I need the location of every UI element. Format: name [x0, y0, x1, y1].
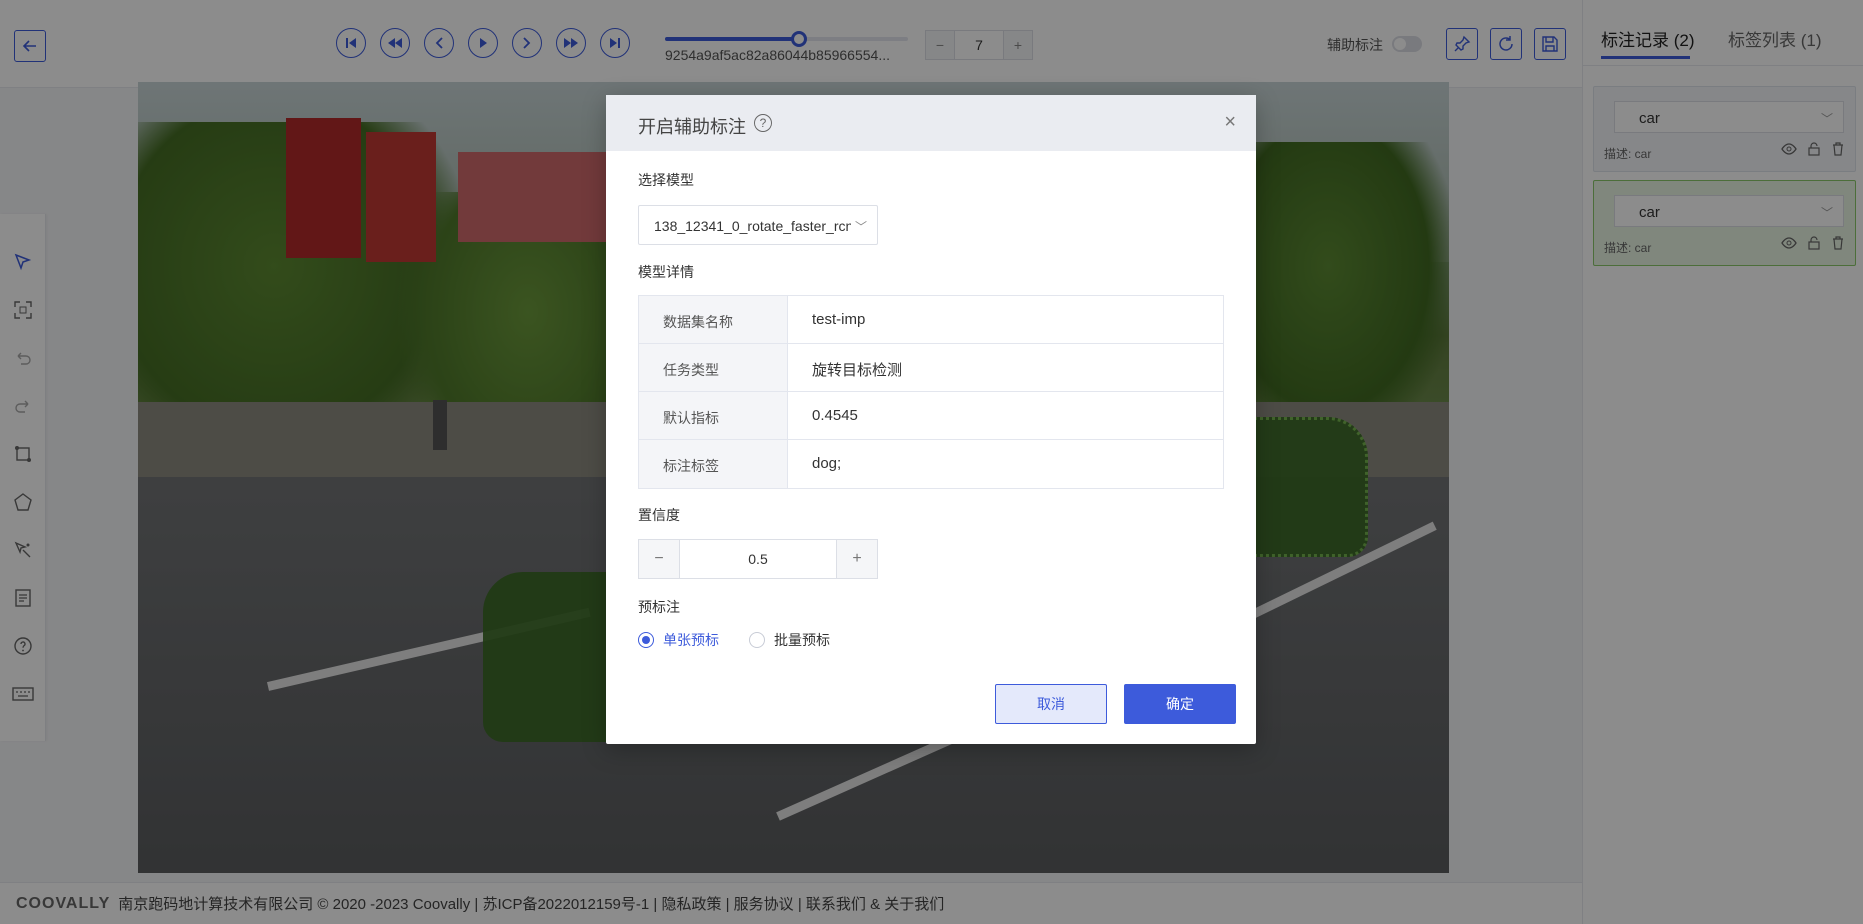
confirm-button[interactable]: 确定 — [1124, 684, 1236, 724]
cancel-button[interactable]: 取消 — [995, 684, 1107, 724]
detail-value: 0.4545 — [812, 407, 858, 424]
confidence-label: 置信度 — [638, 507, 680, 523]
detail-value: test-imp — [812, 311, 866, 328]
dialog-title: 开启辅助标注 — [638, 117, 746, 137]
model-details-label: 模型详情 — [638, 264, 694, 280]
radio-dot — [638, 632, 654, 648]
pre-annotation-radio-group: 单张预标 批量预标 — [638, 630, 830, 650]
aux-annotation-dialog: 开启辅助标注 ? × 选择模型 138_12341_0_rotate_faste… — [606, 95, 1256, 744]
detail-key: 任务类型 — [639, 344, 788, 391]
radio-single-pre-annotate[interactable]: 单张预标 — [638, 630, 719, 650]
detail-row: 标注标签 dog; — [639, 440, 1223, 488]
detail-row: 数据集名称 test-imp — [639, 296, 1223, 344]
radio-dot — [749, 632, 765, 648]
confidence-input[interactable]: 0.5 — [679, 540, 837, 578]
detail-key: 默认指标 — [639, 392, 788, 439]
radio-batch-pre-annotate[interactable]: 批量预标 — [749, 630, 830, 650]
radio-label: 单张预标 — [663, 632, 719, 648]
detail-row: 任务类型 旋转目标检测 — [639, 344, 1223, 392]
model-select[interactable]: 138_12341_0_rotate_faster_rcnn ﹀ — [638, 205, 878, 245]
detail-key: 标注标签 — [639, 440, 788, 488]
help-icon[interactable]: ? — [754, 114, 772, 132]
radio-label: 批量预标 — [774, 632, 830, 648]
pre-annotation-label: 预标注 — [638, 599, 680, 615]
confidence-increment-button[interactable]: + — [837, 540, 877, 578]
detail-value: 旋转目标检测 — [812, 362, 903, 379]
model-select-value: 138_12341_0_rotate_faster_rcnn — [654, 218, 862, 234]
close-icon[interactable]: × — [1224, 111, 1236, 134]
confidence-decrement-button[interactable]: − — [639, 540, 679, 578]
model-details-table: 数据集名称 test-imp 任务类型 旋转目标检测 默认指标 0.4545 标… — [638, 295, 1224, 489]
detail-value: dog; — [812, 455, 842, 472]
dialog-header: 开启辅助标注 ? × — [606, 95, 1256, 151]
chevron-down-icon: ﹀ — [850, 218, 867, 235]
detail-row: 默认指标 0.4545 — [639, 392, 1223, 440]
confidence-stepper: − 0.5 + — [638, 539, 878, 579]
detail-key: 数据集名称 — [639, 296, 788, 343]
select-model-label: 选择模型 — [638, 172, 694, 188]
